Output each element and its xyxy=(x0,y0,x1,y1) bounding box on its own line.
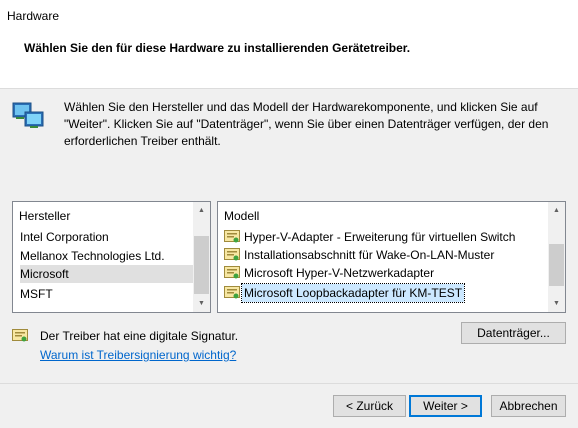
model-item[interactable]: Installationsabschnitt für Wake-On-LAN-M… xyxy=(224,246,546,264)
scroll-up-icon[interactable]: ▲ xyxy=(548,202,565,219)
model-item[interactable]: Hyper-V-Adapter - Erweiterung für virtue… xyxy=(224,228,546,246)
scroll-down-icon[interactable]: ▼ xyxy=(548,295,565,312)
manufacturer-item-intel[interactable]: Intel Corporation xyxy=(20,228,196,246)
instruction-line-3: erforderlichen Treiber enthält. xyxy=(64,134,221,148)
driver-certificate-icon xyxy=(224,266,240,279)
next-button[interactable]: Weiter > xyxy=(409,395,482,417)
header-divider xyxy=(0,88,578,89)
window-title: Hardware xyxy=(7,9,60,23)
manufacturer-scroll-thumb[interactable] xyxy=(194,236,209,294)
manufacturer-list-header: Hersteller xyxy=(19,209,71,223)
instruction-line-2: "Weiter". Klicken Sie auf "Datenträger",… xyxy=(64,117,549,131)
model-list-header: Modell xyxy=(224,209,260,223)
manufacturer-item-mellanox[interactable]: Mellanox Technologies Ltd. xyxy=(20,247,196,265)
model-scroll-thumb[interactable] xyxy=(549,244,564,286)
model-scrollbar[interactable]: ▲ ▼ xyxy=(548,202,565,312)
model-item-label: Installationsabschnitt für Wake-On-LAN-M… xyxy=(244,248,495,262)
manufacturer-item-microsoft[interactable]: Microsoft xyxy=(20,265,196,283)
signed-driver-icon xyxy=(12,329,28,342)
instruction-text: Wählen Sie den Hersteller und das Modell… xyxy=(64,99,564,150)
model-item-label: Microsoft Loopbackadapter für KM-TEST xyxy=(240,283,466,303)
page-title: Wählen Sie den für diese Hardware zu ins… xyxy=(24,41,411,55)
model-item-label: Microsoft Hyper-V-Netzwerkadapter xyxy=(244,266,435,280)
model-item-label: Hyper-V-Adapter - Erweiterung für virtue… xyxy=(244,230,516,244)
footer-divider xyxy=(0,383,578,384)
header-panel: Hardware Wählen Sie den für diese Hardwa… xyxy=(0,0,578,88)
have-disk-button[interactable]: Datenträger... xyxy=(461,322,566,344)
driver-certificate-icon xyxy=(224,230,240,243)
manufacturer-scrollbar[interactable]: ▲ ▼ xyxy=(193,202,210,312)
manufacturer-item-msft[interactable]: MSFT xyxy=(20,285,196,303)
model-item[interactable]: Microsoft Hyper-V-Netzwerkadapter xyxy=(224,264,546,282)
signature-status-text: Der Treiber hat eine digitale Signatur. xyxy=(40,329,239,343)
signature-info-link[interactable]: Warum ist Treibersignierung wichtig? xyxy=(40,348,236,362)
model-item-selected[interactable]: Microsoft Loopbackadapter für KM-TEST xyxy=(224,283,546,303)
network-hardware-icon xyxy=(12,102,44,128)
instruction-line-1: Wählen Sie den Hersteller und das Modell… xyxy=(64,100,538,114)
driver-certificate-icon xyxy=(224,286,240,299)
model-list[interactable]: Modell Hyper-V-Adapter - Erweiterung für… xyxy=(217,201,566,313)
scroll-down-icon[interactable]: ▼ xyxy=(193,295,210,312)
back-button[interactable]: < Zurück xyxy=(333,395,406,417)
scroll-up-icon[interactable]: ▲ xyxy=(193,202,210,219)
cancel-button[interactable]: Abbrechen xyxy=(491,395,566,417)
manufacturer-list[interactable]: Hersteller Intel Corporation Mellanox Te… xyxy=(12,201,211,313)
driver-certificate-icon xyxy=(224,248,240,261)
